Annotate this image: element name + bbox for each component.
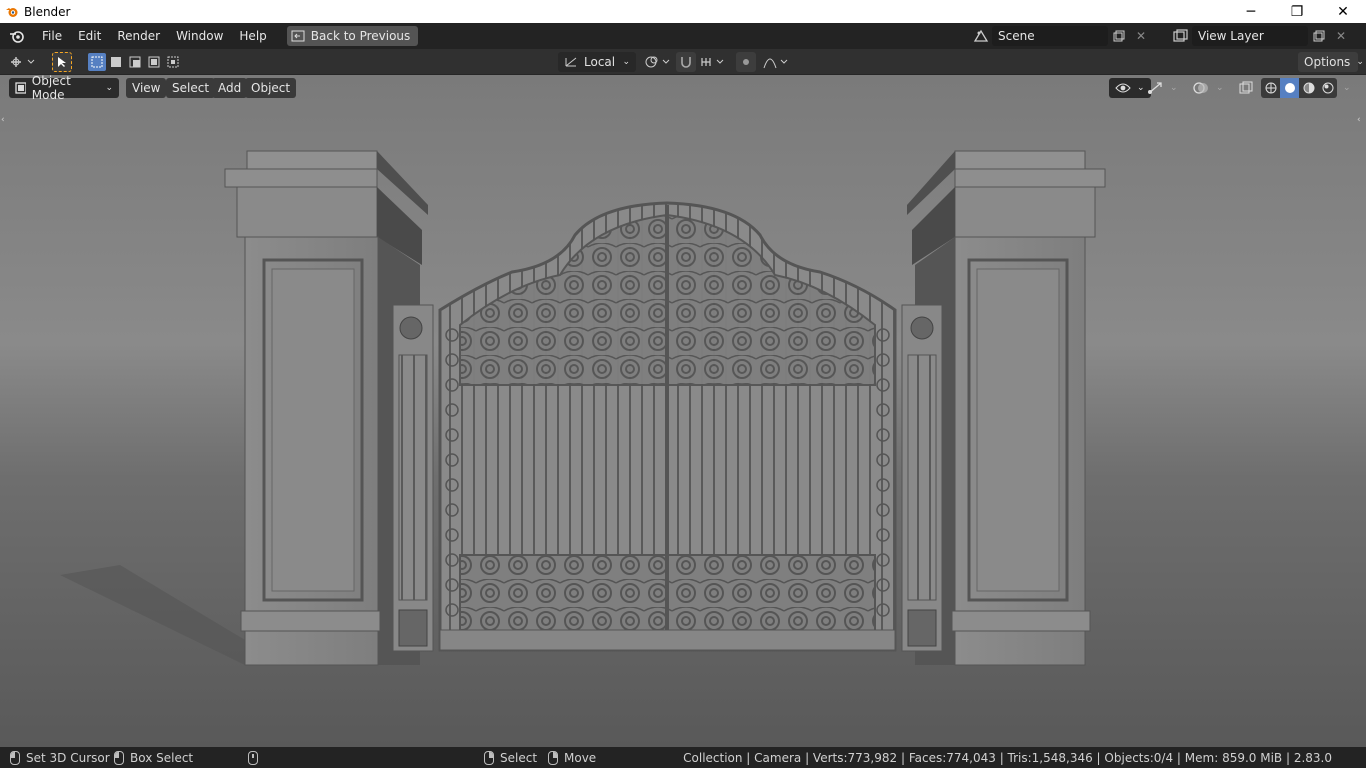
new-scene-icon[interactable]: [1108, 26, 1130, 46]
scene-name-field[interactable]: Scene: [992, 26, 1108, 46]
menu-file[interactable]: File: [34, 26, 70, 46]
overlays-dropdown[interactable]: ⌄: [1192, 78, 1224, 98]
proportional-falloff-icon[interactable]: [762, 54, 792, 70]
xray-toggle-icon[interactable]: [1236, 78, 1256, 98]
rendered-shading-icon[interactable]: [1318, 78, 1337, 98]
top-menu-bar: File Edit Render Window Help Back to Pre…: [0, 23, 1366, 49]
tool-header: Local ⌄ Options ⌄: [0, 49, 1366, 75]
gate-3d-model: [60, 150, 1106, 666]
options-label: Options: [1304, 55, 1351, 69]
maximize-button[interactable]: ❐: [1274, 0, 1320, 23]
left-gate-post: [392, 304, 434, 652]
scene-statistics: Collection | Camera | Verts:773,982 | Fa…: [683, 747, 1332, 768]
object-mode-label: Object Mode: [31, 75, 71, 102]
wireframe-shading-icon[interactable]: [1261, 78, 1280, 98]
chevron-down-icon: ⌄: [1356, 57, 1364, 67]
object-mode-icon: [15, 82, 26, 94]
minimize-button[interactable]: ─: [1228, 0, 1274, 23]
window-title-bar: Blender ─ ❐ ✕: [0, 0, 1366, 23]
transform-orientation-dropdown[interactable]: Local ⌄: [558, 52, 636, 72]
select-invert-icon[interactable]: [145, 53, 163, 71]
snap-increment-icon[interactable]: [700, 54, 728, 70]
viewport-menu-select[interactable]: Select: [166, 78, 216, 98]
scene-statistics-text: Collection | Camera | Verts:773,982 | Fa…: [683, 750, 1332, 765]
shading-mode-group: [1261, 78, 1337, 98]
blender-menu-icon[interactable]: [0, 23, 34, 49]
overlays-icon: [1193, 82, 1208, 94]
new-view-layer-icon[interactable]: [1308, 26, 1330, 46]
local-orientation-icon: [565, 57, 577, 67]
status-bar: Set 3D Cursor Box Select Select Move Col…: [0, 747, 1366, 768]
right-drag-mouse-icon: [548, 750, 558, 765]
select-extend-icon[interactable]: [107, 53, 125, 71]
gizmo-dropdown[interactable]: ⌄: [1146, 78, 1178, 98]
viewport-menu-add[interactable]: Add: [212, 78, 248, 98]
chevron-down-icon: ⌄: [622, 57, 630, 67]
shading-options-chevron-icon[interactable]: ⌄: [1343, 78, 1351, 98]
delete-scene-icon[interactable]: ✕: [1130, 26, 1152, 46]
options-dropdown[interactable]: Options ⌄: [1298, 52, 1364, 72]
left-mouse-icon: [10, 750, 20, 765]
view-layer-name-field[interactable]: View Layer: [1192, 26, 1308, 46]
hint-move: Move: [548, 747, 596, 768]
gizmo-icon: [1148, 82, 1162, 94]
editor-type-selector[interactable]: [8, 52, 38, 72]
select-subtract-icon[interactable]: [126, 53, 144, 71]
select-new-icon[interactable]: [88, 53, 106, 71]
hint-select: Select: [484, 747, 537, 768]
right-gate-post: [901, 304, 943, 652]
hint-set-cursor-label: Set 3D Cursor: [26, 750, 110, 765]
back-to-previous-label: Back to Previous: [310, 29, 411, 43]
visibility-dropdown[interactable]: ⌄: [1109, 78, 1151, 98]
view-layer-icon[interactable]: [1170, 26, 1192, 46]
3d-viewport-icon: [11, 57, 35, 67]
blender-app-icon: [6, 7, 18, 17]
chevron-down-icon: ⌄: [105, 83, 113, 93]
snap-toggle-icon[interactable]: [676, 52, 696, 72]
transform-orientation-value: Local: [584, 55, 616, 69]
back-to-previous-button[interactable]: Back to Previous: [286, 26, 419, 46]
back-to-previous-icon: [291, 30, 305, 42]
menu-help[interactable]: Help: [231, 26, 274, 46]
hint-select-label: Select: [500, 750, 538, 765]
viewport-menu-object[interactable]: Object: [245, 78, 297, 98]
hint-box-select: Box Select: [114, 747, 193, 768]
3d-viewport[interactable]: ‹ ‹ Object Mode ⌄ View Select Add Object…: [0, 75, 1366, 747]
scene-selector: Scene ✕: [970, 26, 1152, 46]
pivot-point-icon[interactable]: [644, 54, 672, 70]
hint-set-cursor: Set 3D Cursor: [10, 747, 110, 768]
toolbar-expand-icon[interactable]: ‹: [1, 115, 9, 129]
iron-gate: [438, 201, 897, 652]
delete-view-layer-icon[interactable]: ✕: [1330, 26, 1352, 46]
viewport-menu-view[interactable]: View: [126, 78, 167, 98]
select-tool-button[interactable]: [52, 52, 72, 72]
menu-window[interactable]: Window: [168, 26, 231, 46]
sidebar-expand-icon[interactable]: ‹: [1357, 115, 1365, 129]
left-drag-mouse-icon: [114, 750, 124, 765]
menu-edit[interactable]: Edit: [70, 26, 109, 46]
right-mouse-icon: [484, 750, 494, 765]
hint-middle: [248, 747, 258, 768]
solid-shading-icon[interactable]: [1280, 78, 1299, 98]
cursor-arrow-icon: [58, 57, 66, 67]
close-button[interactable]: ✕: [1320, 0, 1366, 23]
view-layer-selector: View Layer ✕: [1170, 26, 1352, 46]
menu-render[interactable]: Render: [109, 26, 168, 46]
material-preview-icon[interactable]: [1299, 78, 1318, 98]
eye-icon: [1115, 83, 1131, 93]
select-intersect-icon[interactable]: [164, 53, 182, 71]
hint-move-label: Move: [564, 750, 597, 765]
scene-icon[interactable]: [970, 26, 992, 46]
object-mode-dropdown[interactable]: Object Mode ⌄: [9, 75, 119, 102]
middle-mouse-icon: [248, 750, 258, 765]
viewport-header: Object Mode ⌄ View Select Add Object ⌄ ⌄…: [0, 75, 1366, 102]
hint-box-select-label: Box Select: [130, 750, 194, 765]
window-title: Blender: [24, 4, 71, 19]
proportional-editing-icon[interactable]: [736, 52, 756, 72]
